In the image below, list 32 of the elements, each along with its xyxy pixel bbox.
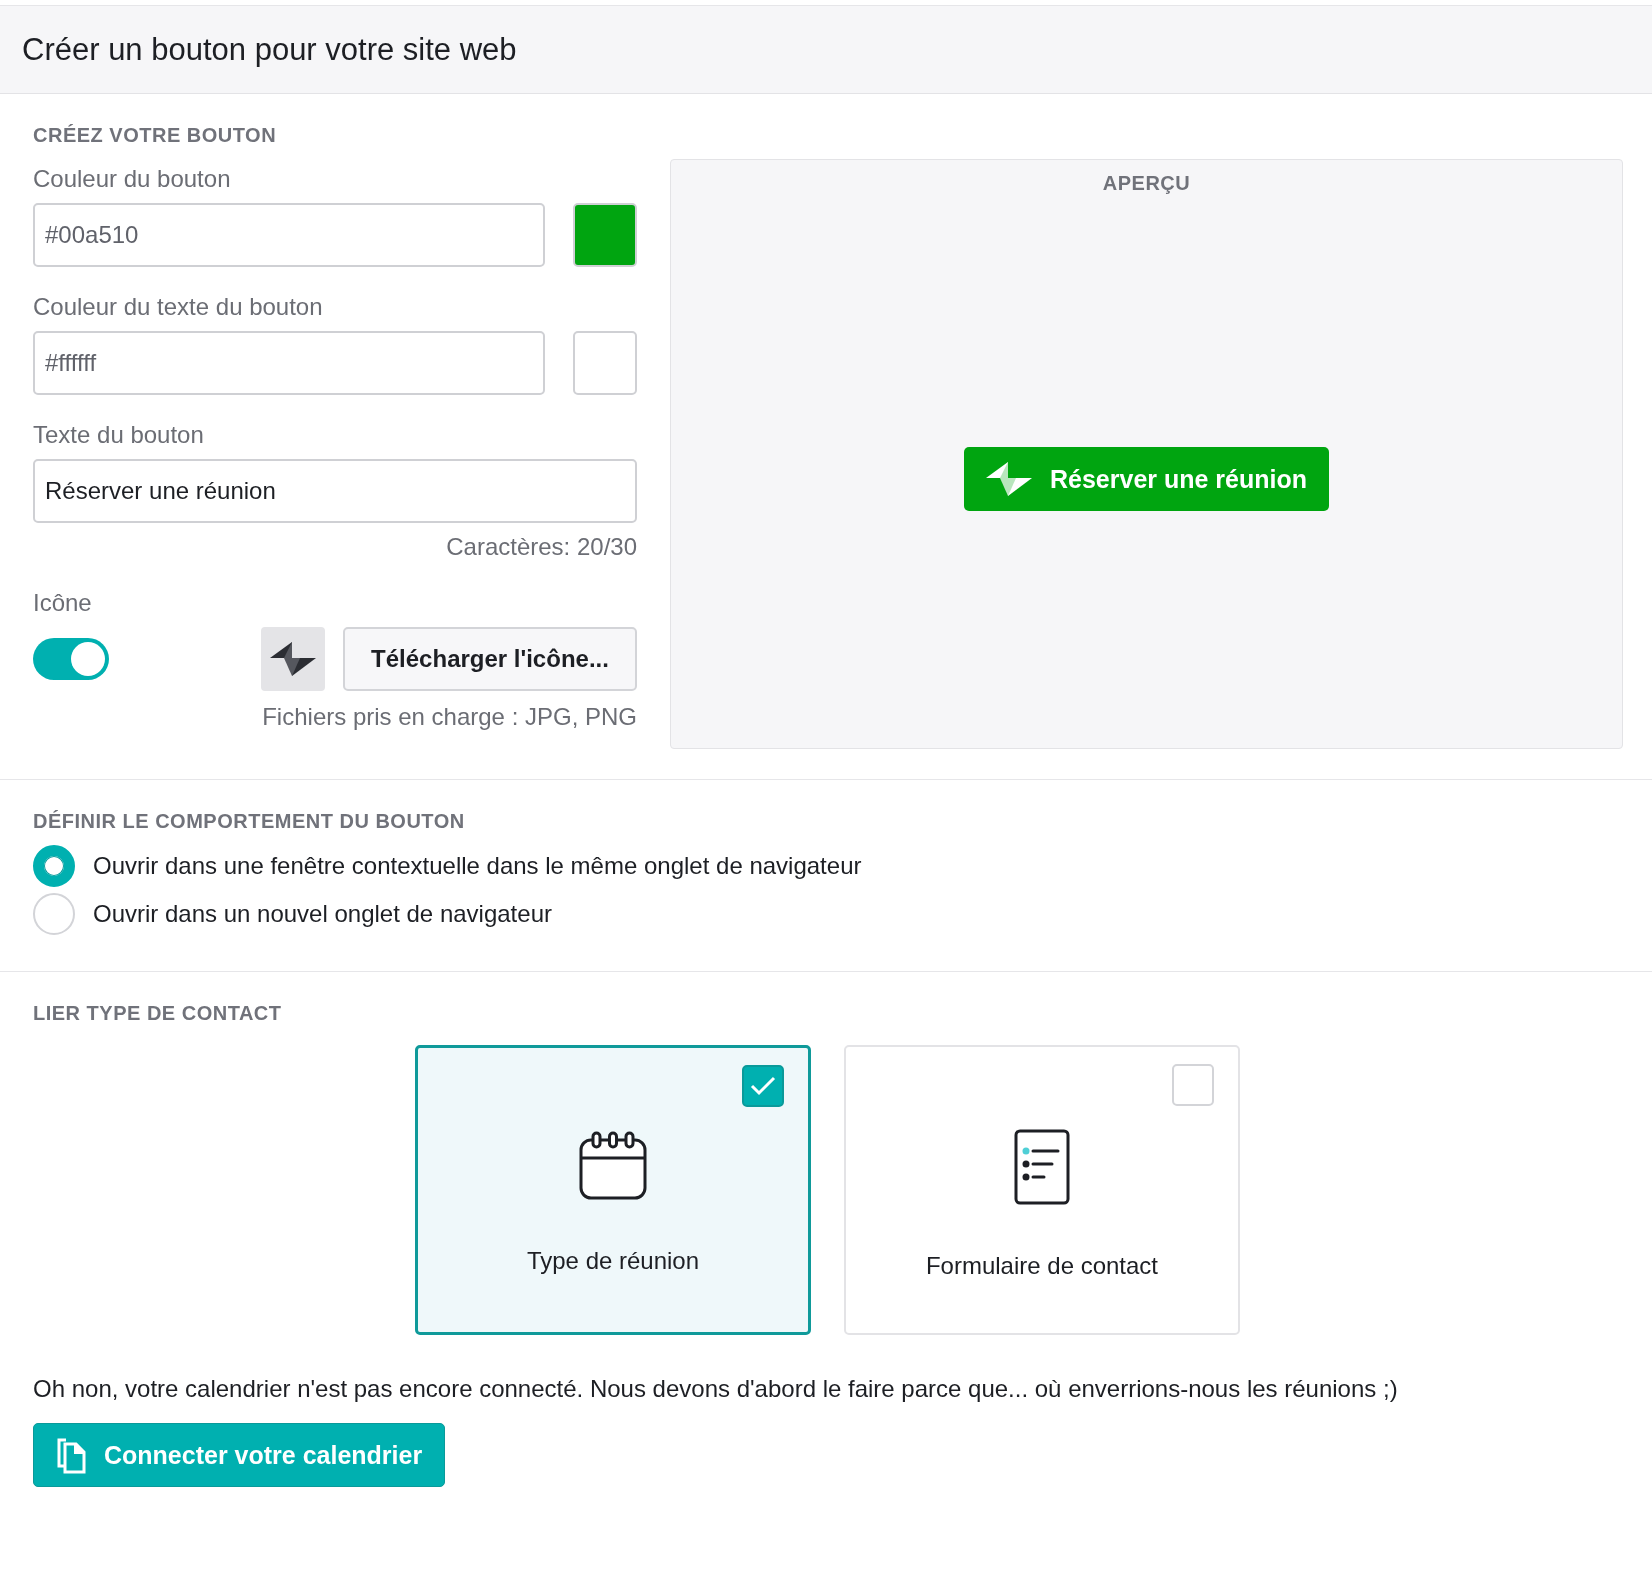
file-hint: Fichiers pris en charge : JPG, PNG	[261, 703, 637, 731]
field-label: Texte du bouton	[33, 421, 205, 449]
color-swatch[interactable]	[573, 203, 637, 267]
calendar-notice: Oh non, votre calendrier n'est pas encore connecté. Nous devons d'abord le faire parce que... où enverrions-nous les réunions ;)	[33, 1375, 1399, 1403]
radio-option[interactable]: Ouvrir dans un nouvel onglet de navigateur	[33, 893, 552, 935]
card-label: Formulaire de contact	[925, 1252, 1159, 1280]
field-label: Couleur du texte du bouton	[33, 293, 324, 321]
checkbox[interactable]	[742, 1065, 784, 1107]
checkmark-icon	[750, 1076, 776, 1096]
color-field[interactable]: #ffffff	[33, 331, 545, 395]
section-heading: LIER TYPE DE CONTACT	[33, 1002, 283, 1025]
radio-option[interactable]: Ouvrir dans une fenêtre contextuelle dans le même onglet de navigateur	[33, 845, 862, 887]
contact-type-card[interactable]: Formulaire de contact	[844, 1045, 1240, 1335]
character-counter: Caractères: 20/30	[445, 533, 637, 561]
field-label: Couleur du bouton	[33, 165, 232, 193]
contact-type-card[interactable]: Type de réunion	[415, 1045, 811, 1335]
page-title: Créer un bouton pour votre site web	[22, 31, 517, 68]
upload-button[interactable]: Télécharger l'icône...	[343, 627, 637, 691]
paper-plane-icon	[270, 642, 316, 676]
color-swatch[interactable]	[573, 331, 637, 395]
text-field[interactable]: Réserver une réunion	[33, 459, 637, 523]
card-label: Type de réunion	[526, 1247, 700, 1275]
color-field[interactable]: #00a510	[33, 203, 545, 267]
calendar-icon	[578, 1130, 648, 1200]
paper-plane-icon	[986, 462, 1032, 496]
list-document-icon	[1014, 1129, 1070, 1205]
field-label: Icône	[33, 589, 93, 617]
section-heading: DÉFINIR LE COMPORTEMENT DU BOUTON	[33, 810, 466, 833]
section-heading: CRÉEZ VOTRE BOUTON	[33, 124, 278, 147]
icon-toggle[interactable]	[33, 638, 109, 680]
copy-documents-icon	[56, 1436, 86, 1474]
preview-heading: APERÇU	[1102, 172, 1191, 195]
